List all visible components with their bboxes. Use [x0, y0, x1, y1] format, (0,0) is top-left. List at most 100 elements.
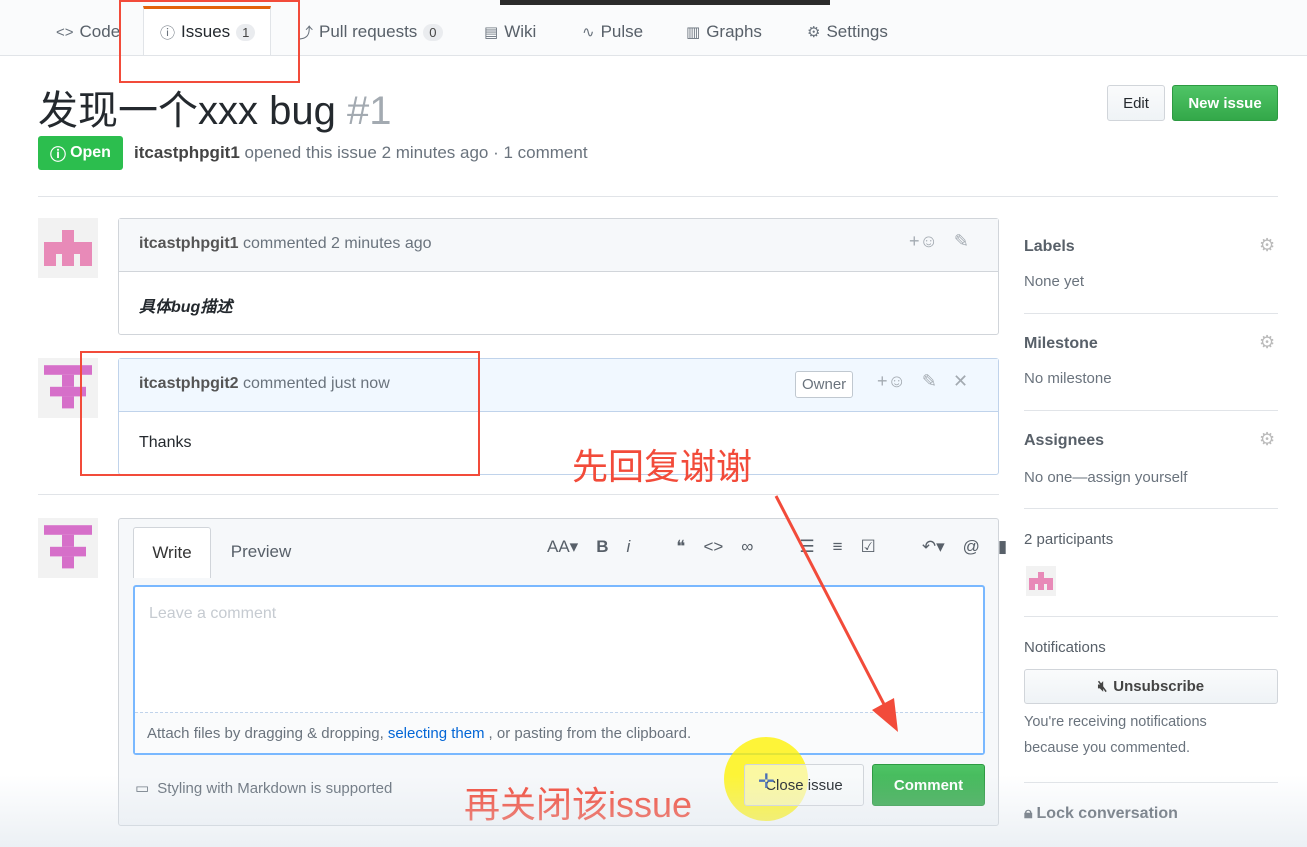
lock-conversation-link[interactable]: 🔒︎ Lock conversation: [1024, 805, 1178, 823]
issue-opened-icon: ⓘ: [50, 147, 67, 164]
comment-header: itcastphpgit1 commented 2 minutes ago +☺…: [119, 219, 998, 272]
markdown-note[interactable]: ▭ Styling with Markdown is supported: [135, 779, 393, 798]
quote-icon[interactable]: ❝: [676, 537, 685, 557]
identicon-pink-icon: [1029, 572, 1053, 590]
add-reaction-icon[interactable]: +☺: [909, 231, 938, 252]
pulse-icon: ∿: [582, 24, 595, 41]
identicon-pink-icon: [44, 230, 92, 266]
participant-avatar[interactable]: [1026, 566, 1056, 596]
mute-icon: 🔇︎: [1097, 678, 1108, 695]
issue-author-link[interactable]: itcastphpgit1: [134, 143, 240, 162]
edit-button[interactable]: Edit: [1107, 85, 1165, 121]
sidebar-divider: [1024, 616, 1278, 617]
attach-suffix: , or pasting from the clipboard.: [488, 724, 692, 742]
comment-button[interactable]: Comment: [872, 764, 985, 806]
annotation-reply-thanks: 先回复谢谢: [572, 446, 753, 487]
comment-actions: +☺ ✎: [909, 231, 969, 252]
labels-heading[interactable]: Labels: [1024, 238, 1075, 256]
cursor-crosshair-icon: ✛: [758, 771, 775, 793]
select-files-link[interactable]: selecting them: [388, 725, 485, 742]
sidebar-divider: [1024, 313, 1278, 314]
markdown-icon: ▭: [135, 780, 150, 797]
milestone-value: No milestone: [1024, 370, 1112, 387]
gear-icon: ⚙: [807, 24, 821, 41]
tab-label: Pulse: [600, 22, 644, 41]
issue-number: #1: [346, 89, 392, 133]
state-badge: ⓘ Open: [38, 136, 123, 170]
tab-write[interactable]: Write: [133, 527, 211, 578]
comment-placeholder: Leave a comment: [149, 605, 277, 622]
header-text-icon[interactable]: AA▾: [547, 537, 578, 557]
participants-heading: 2 participants: [1024, 531, 1114, 548]
git-pull-request-icon: ⤴: [298, 24, 314, 42]
bold-icon[interactable]: B: [596, 537, 608, 557]
add-reaction-icon[interactable]: +☺: [877, 371, 906, 392]
comment-actions: +☺ ✎ ✕: [877, 371, 968, 392]
assignees-value[interactable]: No one—assign yourself: [1024, 469, 1187, 486]
top-strip: [500, 0, 830, 5]
notifications-heading: Notifications: [1024, 639, 1106, 656]
issue-opened-text: opened this issue 2 minutes ago · 1 comm…: [244, 143, 588, 162]
comment-time: commented 2 minutes ago: [243, 235, 432, 252]
unsubscribe-label: Unsubscribe: [1113, 678, 1205, 695]
comment-author-link[interactable]: itcastphpgit1: [139, 235, 239, 252]
markdown-note-text: Styling with Markdown is supported: [157, 779, 393, 797]
annotation-box-issues-tab: [119, 0, 300, 83]
gear-icon[interactable]: ⚙: [1259, 235, 1275, 256]
annotation-arrow-icon: [774, 495, 898, 732]
lock-icon: 🔒︎: [1024, 805, 1033, 822]
tab-label: Code: [79, 22, 121, 41]
pull-requests-counter: 0: [423, 23, 443, 41]
notification-reason-1: You're receiving notifications: [1024, 714, 1207, 730]
avatar[interactable]: [38, 518, 98, 578]
tab-settings[interactable]: ⚙ Settings: [807, 18, 888, 46]
owner-badge: Owner: [795, 371, 854, 398]
comment-body: 具体bug描述: [139, 299, 233, 316]
new-issue-button[interactable]: New issue: [1172, 85, 1278, 121]
assignees-heading[interactable]: Assignees: [1024, 432, 1104, 450]
milestone-heading[interactable]: Milestone: [1024, 335, 1098, 353]
comment-box: itcastphpgit1 commented 2 minutes ago +☺…: [118, 218, 999, 335]
gear-icon[interactable]: ⚙: [1259, 429, 1275, 450]
tab-label: Wiki: [504, 22, 537, 41]
unsubscribe-button[interactable]: 🔇︎ Unsubscribe: [1024, 669, 1278, 704]
pencil-icon[interactable]: ✎: [922, 371, 937, 392]
code-icon[interactable]: <>: [703, 537, 723, 557]
code-icon: <>: [56, 23, 74, 41]
close-icon[interactable]: ✕: [953, 371, 968, 392]
avatar[interactable]: [38, 218, 98, 278]
sidebar-divider: [1024, 508, 1278, 509]
book-icon: ▤: [484, 24, 499, 41]
issue-title-text: 发现一个xxx bug: [38, 89, 336, 133]
lock-label: Lock conversation: [1036, 805, 1178, 822]
issue-meta: itcastphpgit1 opened this issue 2 minute…: [134, 143, 588, 163]
annotation-close-issue: 再关闭该issue: [464, 784, 693, 825]
reply-icon[interactable]: ↶▾: [922, 537, 945, 557]
tab-preview[interactable]: Preview: [219, 527, 303, 577]
attach-prefix: Attach files by dragging & dropping,: [147, 724, 384, 742]
annotation-box-reply: [80, 351, 480, 476]
link-icon[interactable]: ∞: [741, 537, 753, 557]
bookmark-icon[interactable]: ▮: [998, 537, 1007, 557]
graph-icon: ▥: [686, 24, 701, 41]
tab-pull-requests[interactable]: ⤴ Pull requests 0: [298, 18, 443, 46]
sidebar-divider: [1024, 782, 1278, 783]
state-label: Open: [70, 144, 111, 161]
pencil-icon[interactable]: ✎: [954, 231, 969, 252]
italic-icon[interactable]: i: [627, 537, 631, 557]
tab-pulse[interactable]: ∿ Pulse: [582, 18, 643, 46]
tab-code[interactable]: <> Code: [56, 18, 120, 46]
tab-label: Settings: [826, 22, 888, 41]
tab-wiki[interactable]: ▤ Wiki: [484, 18, 536, 46]
mention-icon[interactable]: @: [963, 537, 980, 557]
notification-reason-2: because you commented.: [1024, 740, 1191, 756]
comment-meta: itcastphpgit1 commented 2 minutes ago: [139, 235, 432, 253]
header-divider: [38, 196, 1278, 197]
sidebar-divider: [1024, 410, 1278, 411]
tab-label: Pull requests: [319, 22, 418, 41]
gear-icon[interactable]: ⚙: [1259, 332, 1275, 353]
tab-graphs[interactable]: ▥ Graphs: [686, 18, 762, 46]
identicon-magenta-icon: [44, 525, 92, 569]
tab-label: Graphs: [706, 22, 762, 41]
issue-title: 发现一个xxx bug #1: [38, 78, 391, 136]
